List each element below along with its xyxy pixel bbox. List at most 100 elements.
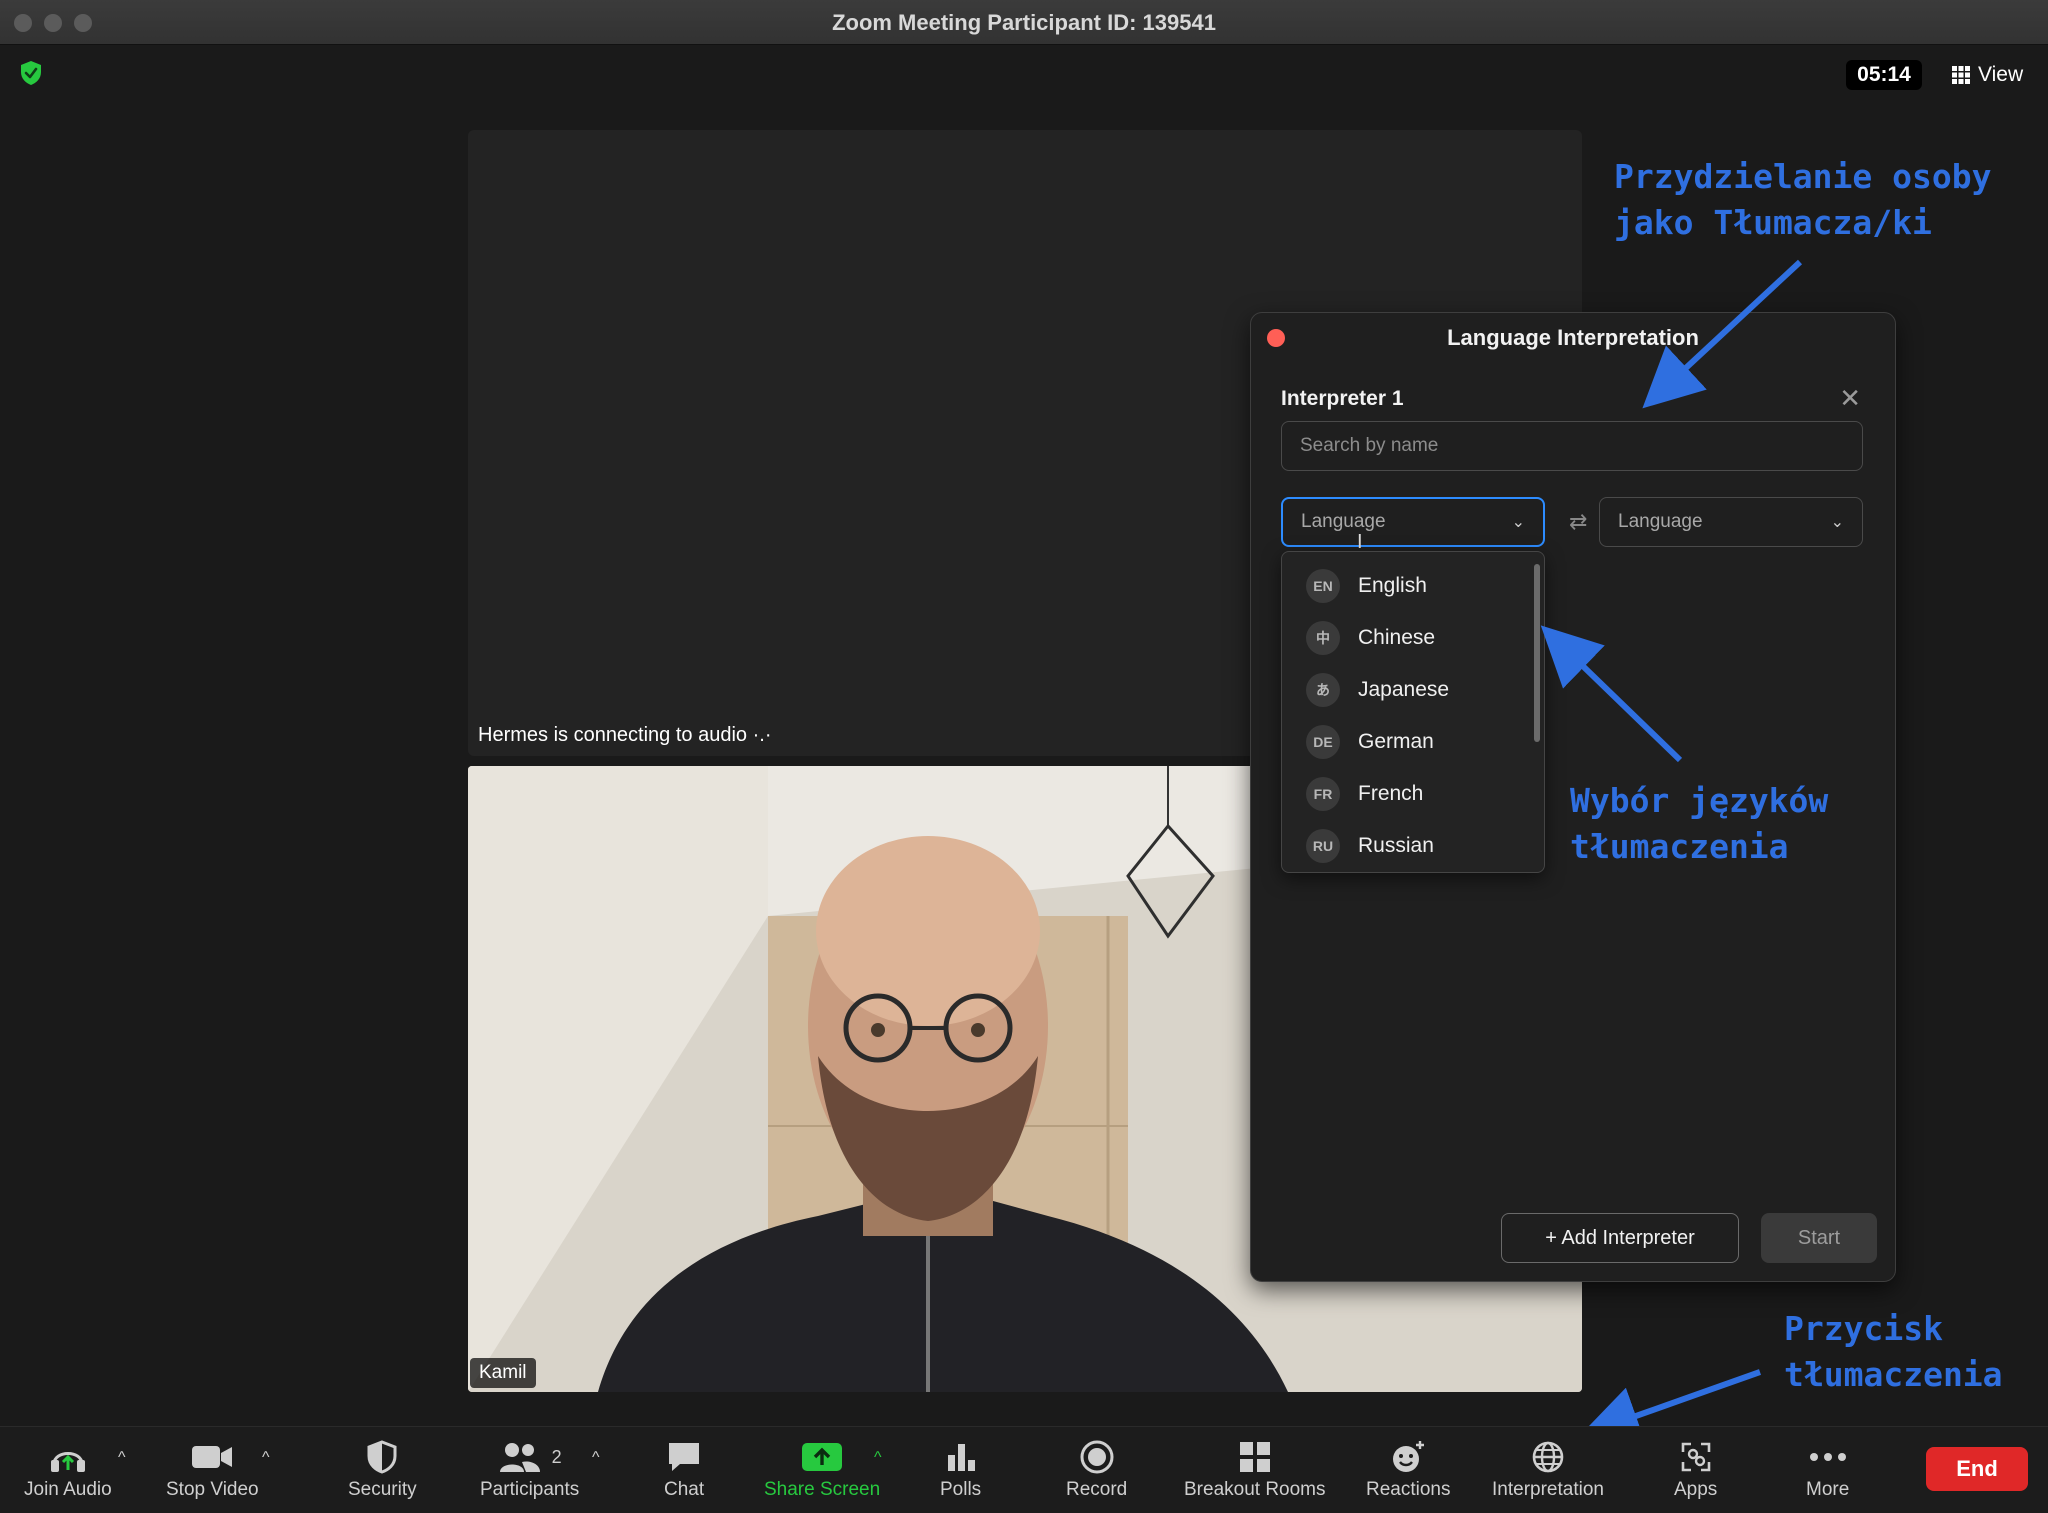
- chat-bubble-icon: [669, 1443, 700, 1471]
- polls-label: Polls: [940, 1479, 982, 1500]
- audio-status-label: Hermes is connecting to audio: [478, 724, 748, 746]
- language-dropdown-list[interactable]: EN English 中 Chinese あ Japanese DE Germa…: [1281, 551, 1545, 873]
- grid-icon: [1952, 66, 1970, 84]
- loading-dots-icon: ·.·: [752, 724, 772, 746]
- security-label: Security: [348, 1479, 417, 1500]
- polls-button[interactable]: Polls: [940, 1437, 981, 1501]
- remove-interpreter-close-icon[interactable]: ✕: [1839, 385, 1861, 411]
- apps-label: Apps: [1674, 1479, 1718, 1500]
- record-label: Record: [1066, 1479, 1128, 1500]
- reactions-label: Reactions: [1366, 1479, 1451, 1500]
- more-ellipsis-icon: [1809, 1453, 1846, 1461]
- share-screen-icon: [802, 1443, 843, 1471]
- participants-label: Participants: [480, 1479, 580, 1500]
- more-label: More: [1806, 1479, 1850, 1500]
- dropdown-scrollbar[interactable]: [1534, 564, 1540, 742]
- more-button[interactable]: More: [1806, 1437, 1849, 1501]
- apps-icon: [1681, 1442, 1710, 1472]
- end-meeting-button[interactable]: End: [1926, 1447, 2028, 1491]
- language-option-english[interactable]: EN English: [1306, 566, 1427, 606]
- participants-count: 2: [551, 1446, 562, 1467]
- swap-languages-icon[interactable]: ⇄: [1569, 509, 1587, 535]
- share-screen-label: Share Screen: [764, 1479, 881, 1500]
- audio-status-text: Hermes is connecting to audio ·.·: [478, 724, 772, 747]
- join-audio-label: Join Audio: [24, 1479, 112, 1500]
- globe-icon: [1532, 1441, 1564, 1473]
- language-to-select[interactable]: Language ⌄: [1599, 497, 1863, 547]
- window-title: Zoom Meeting Participant ID: 139541: [832, 10, 1216, 35]
- interpretation-label: Interpretation: [1492, 1479, 1604, 1500]
- annotation-choose-line2: tłumaczenia: [1570, 827, 1789, 866]
- annotation-button-line1: Przycisk: [1784, 1309, 1943, 1348]
- share-screen-button[interactable]: Share Screen: [764, 1437, 880, 1501]
- record-icon: [1080, 1440, 1114, 1474]
- language-option-label: French: [1358, 782, 1424, 805]
- audio-options-caret-icon[interactable]: ^: [118, 1449, 126, 1467]
- chevron-down-icon: ⌄: [1830, 514, 1844, 531]
- language-option-german[interactable]: DE German: [1306, 722, 1434, 762]
- language-option-label: German: [1358, 730, 1434, 753]
- chat-button[interactable]: Chat: [664, 1437, 704, 1501]
- annotation-assign-line1: Przydzielanie osoby: [1614, 157, 1992, 196]
- reactions-smiley-icon: [1393, 1441, 1425, 1472]
- security-button[interactable]: Security: [348, 1437, 417, 1501]
- language-from-select[interactable]: Language ⌄: [1281, 497, 1545, 547]
- participants-button[interactable]: 2 Participants: [480, 1437, 579, 1501]
- participants-icon: [499, 1443, 540, 1472]
- panel-title: Language Interpretation: [1447, 325, 1699, 350]
- polls-bar-chart-icon: [947, 1444, 975, 1471]
- title-bar: Zoom Meeting Participant ID: 139541: [0, 0, 2048, 45]
- language-code-badge: 中: [1306, 621, 1340, 655]
- stop-video-label: Stop Video: [166, 1479, 259, 1500]
- share-options-caret-icon[interactable]: ^: [874, 1449, 882, 1467]
- language-option-label: Russian: [1358, 834, 1434, 857]
- language-code-badge: DE: [1306, 725, 1340, 759]
- arrow-to-interpretation-button: [1579, 1369, 1762, 1445]
- participant-name-tag: Kamil: [470, 1358, 536, 1388]
- video-camera-icon: [192, 1446, 233, 1468]
- join-audio-button[interactable]: Join Audio: [24, 1437, 112, 1501]
- meeting-timer: 05:14: [1846, 60, 1922, 90]
- annotation-assign-interpreter: Przydzielanie osoby jako Tłumacza/ki: [1614, 154, 1992, 246]
- annotation-interpretation-button: Przycisk tłumaczenia: [1784, 1306, 2003, 1398]
- add-interpreter-button[interactable]: + Add Interpreter: [1501, 1213, 1739, 1263]
- language-option-label: Japanese: [1358, 678, 1450, 701]
- breakout-rooms-icon: [1239, 1442, 1270, 1472]
- chevron-down-icon: ⌄: [1511, 514, 1525, 531]
- view-button[interactable]: View: [1952, 60, 2023, 90]
- interpreter-label: Interpreter 1: [1281, 387, 1404, 410]
- participants-options-caret-icon[interactable]: ^: [592, 1449, 600, 1467]
- apps-button[interactable]: Apps: [1674, 1437, 1717, 1501]
- language-code-badge: EN: [1306, 569, 1340, 603]
- interpreter-search-input[interactable]: [1281, 421, 1863, 471]
- start-button[interactable]: Start: [1761, 1213, 1877, 1263]
- annotation-button-line2: tłumaczenia: [1784, 1355, 2003, 1394]
- chat-label: Chat: [664, 1479, 705, 1500]
- language-to-value: Language: [1618, 511, 1703, 532]
- stop-video-button[interactable]: Stop Video: [166, 1437, 259, 1501]
- language-option-french[interactable]: FR French: [1306, 774, 1423, 814]
- language-option-label: Chinese: [1358, 626, 1436, 649]
- view-button-label: View: [1978, 63, 2024, 86]
- language-option-japanese[interactable]: あ Japanese: [1306, 670, 1449, 710]
- encryption-shield-icon[interactable]: [20, 60, 42, 86]
- language-code-badge: FR: [1306, 777, 1340, 811]
- language-code-badge: RU: [1306, 829, 1340, 863]
- language-option-label: English: [1358, 574, 1427, 597]
- annotation-choose-languages: Wybór języków tłumaczenia: [1570, 778, 1828, 870]
- headphones-icon: [50, 1452, 85, 1472]
- meeting-toolbar: Join Audio ^ Stop Video ^ Security 2 Par…: [0, 1426, 2048, 1513]
- reactions-button[interactable]: Reactions: [1366, 1437, 1451, 1501]
- language-option-russian[interactable]: RU Russian: [1306, 826, 1434, 866]
- shield-icon: [367, 1440, 397, 1474]
- language-option-chinese[interactable]: 中 Chinese: [1306, 618, 1435, 658]
- annotation-assign-line2: jako Tłumacza/ki: [1614, 203, 1932, 242]
- breakout-rooms-button[interactable]: Breakout Rooms: [1184, 1437, 1326, 1501]
- breakout-rooms-label: Breakout Rooms: [1184, 1479, 1326, 1500]
- video-options-caret-icon[interactable]: ^: [262, 1449, 270, 1467]
- language-code-badge: あ: [1306, 673, 1340, 707]
- record-button[interactable]: Record: [1066, 1437, 1127, 1501]
- interpretation-button[interactable]: Interpretation: [1492, 1437, 1604, 1501]
- language-from-value: Language: [1301, 511, 1386, 532]
- annotation-choose-line1: Wybór języków: [1570, 781, 1829, 820]
